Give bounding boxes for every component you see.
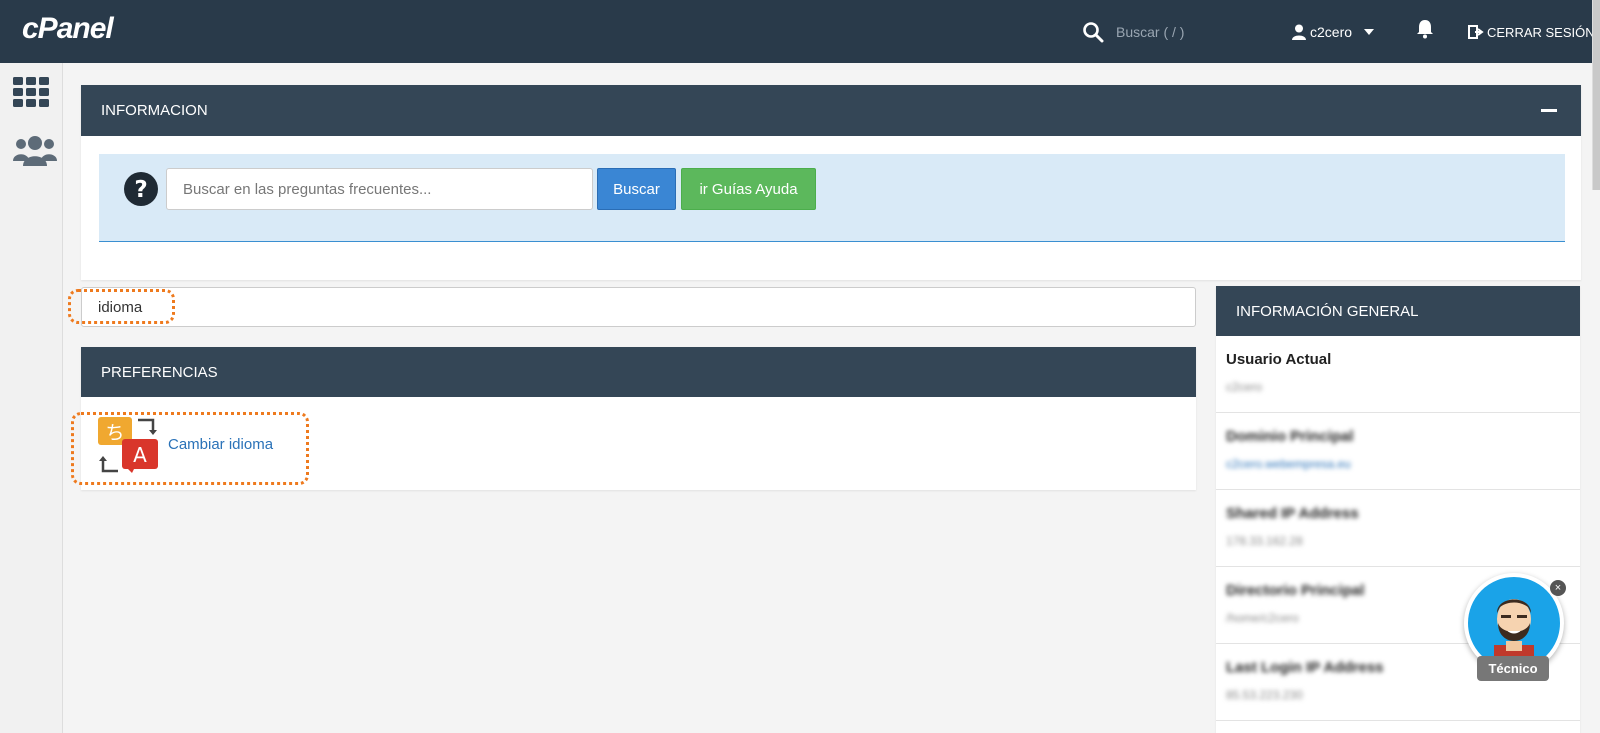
info-row-current-user: Usuario Actual c2cero: [1216, 336, 1580, 413]
svg-text:?: ?: [134, 177, 147, 203]
info-panel: INFORMACION ? Buscar ir Guías Ayuda: [81, 85, 1581, 280]
general-info-header: INFORMACIÓN GENERAL: [1216, 286, 1580, 336]
info-value-link[interactable]: c2cero.webempresa.eu: [1226, 457, 1570, 471]
preferences-header: PREFERENCIAS: [81, 347, 1196, 397]
highlight-annotation: [71, 412, 309, 485]
user-menu[interactable]: c2cero: [1292, 20, 1378, 44]
chevron-down-icon: [1364, 29, 1375, 35]
faq-search-box: ? Buscar ir Guías Ayuda: [99, 154, 1565, 242]
search-icon[interactable]: [1082, 21, 1104, 43]
page-scrollbar[interactable]: [1592, 0, 1600, 190]
info-panel-title: INFORMACION: [101, 102, 208, 119]
close-icon[interactable]: ×: [1550, 580, 1566, 596]
general-info-title: INFORMACIÓN GENERAL: [1236, 302, 1419, 320]
top-navbar: cPanel c2cero CERRAR SESIÓN: [0, 0, 1600, 63]
faq-search-input[interactable]: [166, 168, 593, 210]
help-question-icon: ?: [124, 172, 158, 206]
cpanel-logo[interactable]: cPanel: [22, 12, 114, 46]
logout-icon: [1468, 25, 1484, 39]
highlight-annotation: [68, 289, 175, 324]
users-icon[interactable]: [13, 135, 57, 167]
apps-grid-icon[interactable]: [13, 77, 49, 107]
info-label: Shared IP Address: [1226, 505, 1359, 522]
info-label: Dominio Principal: [1226, 428, 1354, 445]
info-value: c2cero: [1226, 380, 1263, 394]
notifications-bell-icon[interactable]: [1416, 19, 1434, 39]
sidebar: [0, 63, 63, 733]
user-icon: [1292, 24, 1306, 40]
info-value: 85.53.223.230: [1226, 688, 1303, 702]
info-label: Usuario Actual: [1226, 351, 1332, 368]
info-value: 178.33.162.28: [1226, 534, 1303, 548]
preferences-title: PREFERENCIAS: [101, 363, 218, 381]
logout-label: CERRAR SESIÓN: [1487, 24, 1595, 40]
tools-filter-input[interactable]: idioma: [81, 287, 1196, 327]
top-search-input[interactable]: [1116, 20, 1266, 44]
logout-button[interactable]: CERRAR SESIÓN: [1468, 20, 1595, 44]
help-guides-button[interactable]: ir Guías Ayuda: [681, 168, 816, 210]
username: c2cero: [1310, 24, 1353, 40]
collapse-icon[interactable]: [1541, 109, 1557, 112]
info-panel-header: INFORMACION: [81, 85, 1581, 136]
faq-search-button[interactable]: Buscar: [597, 168, 676, 210]
info-row-shared-ip: Shared IP Address 178.33.162.28: [1216, 490, 1580, 567]
support-agent-label[interactable]: Técnico: [1477, 656, 1549, 681]
info-row-main-domain: Dominio Principal c2cero.webempresa.eu: [1216, 413, 1580, 490]
